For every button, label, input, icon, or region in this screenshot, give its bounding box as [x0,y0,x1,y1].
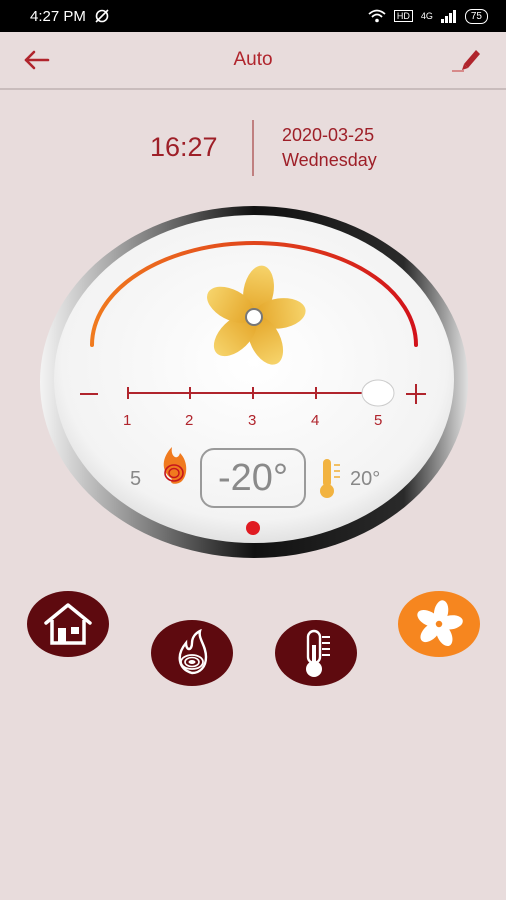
tick-label: 5 [374,412,383,429]
network-badge: HD [393,10,413,22]
fan-icon [417,600,463,646]
tick-label: 4 [311,412,320,429]
signal-icon [440,9,456,23]
increase-button[interactable] [404,382,428,406]
tick-label: 2 [185,412,194,429]
thermometer-icon [306,629,330,677]
decrease-button[interactable] [78,384,100,404]
tick-label: 3 [248,412,257,429]
page-title: Auto [233,49,273,70]
flame-icon [178,629,208,675]
home-icon [44,603,92,645]
set-temperature-display[interactable]: -20° [200,448,306,508]
status-time: 4:27 PM [30,7,86,25]
mode-thermostat-button[interactable] [275,620,357,686]
clock-time: 16:27 [150,132,218,162]
mode-home-button[interactable] [27,591,109,657]
status-bar: 4:27 PM HD 4G 75 [0,0,506,32]
sync-off-icon [95,9,109,23]
datetime-divider [252,120,254,176]
date-label: 2020-03-25 [282,125,375,145]
status-dot [246,521,260,535]
wifi-icon [368,9,386,23]
pencil-icon[interactable] [450,44,484,74]
battery-indicator: 75 [464,8,488,24]
app-header: Auto [0,32,506,88]
mode-fire-button[interactable] [151,620,233,686]
room-temperature-value: 20° [350,468,381,490]
mode-fan-button[interactable] [398,591,480,657]
header-divider [0,88,506,90]
slider-thumb[interactable] [361,379,395,407]
fire-level-value: 5 [130,468,142,490]
tick-label: 1 [123,412,132,429]
weekday-label: Wednesday [282,150,377,170]
signal-label: 4G [420,11,433,21]
arrow-left-icon[interactable] [22,46,52,74]
